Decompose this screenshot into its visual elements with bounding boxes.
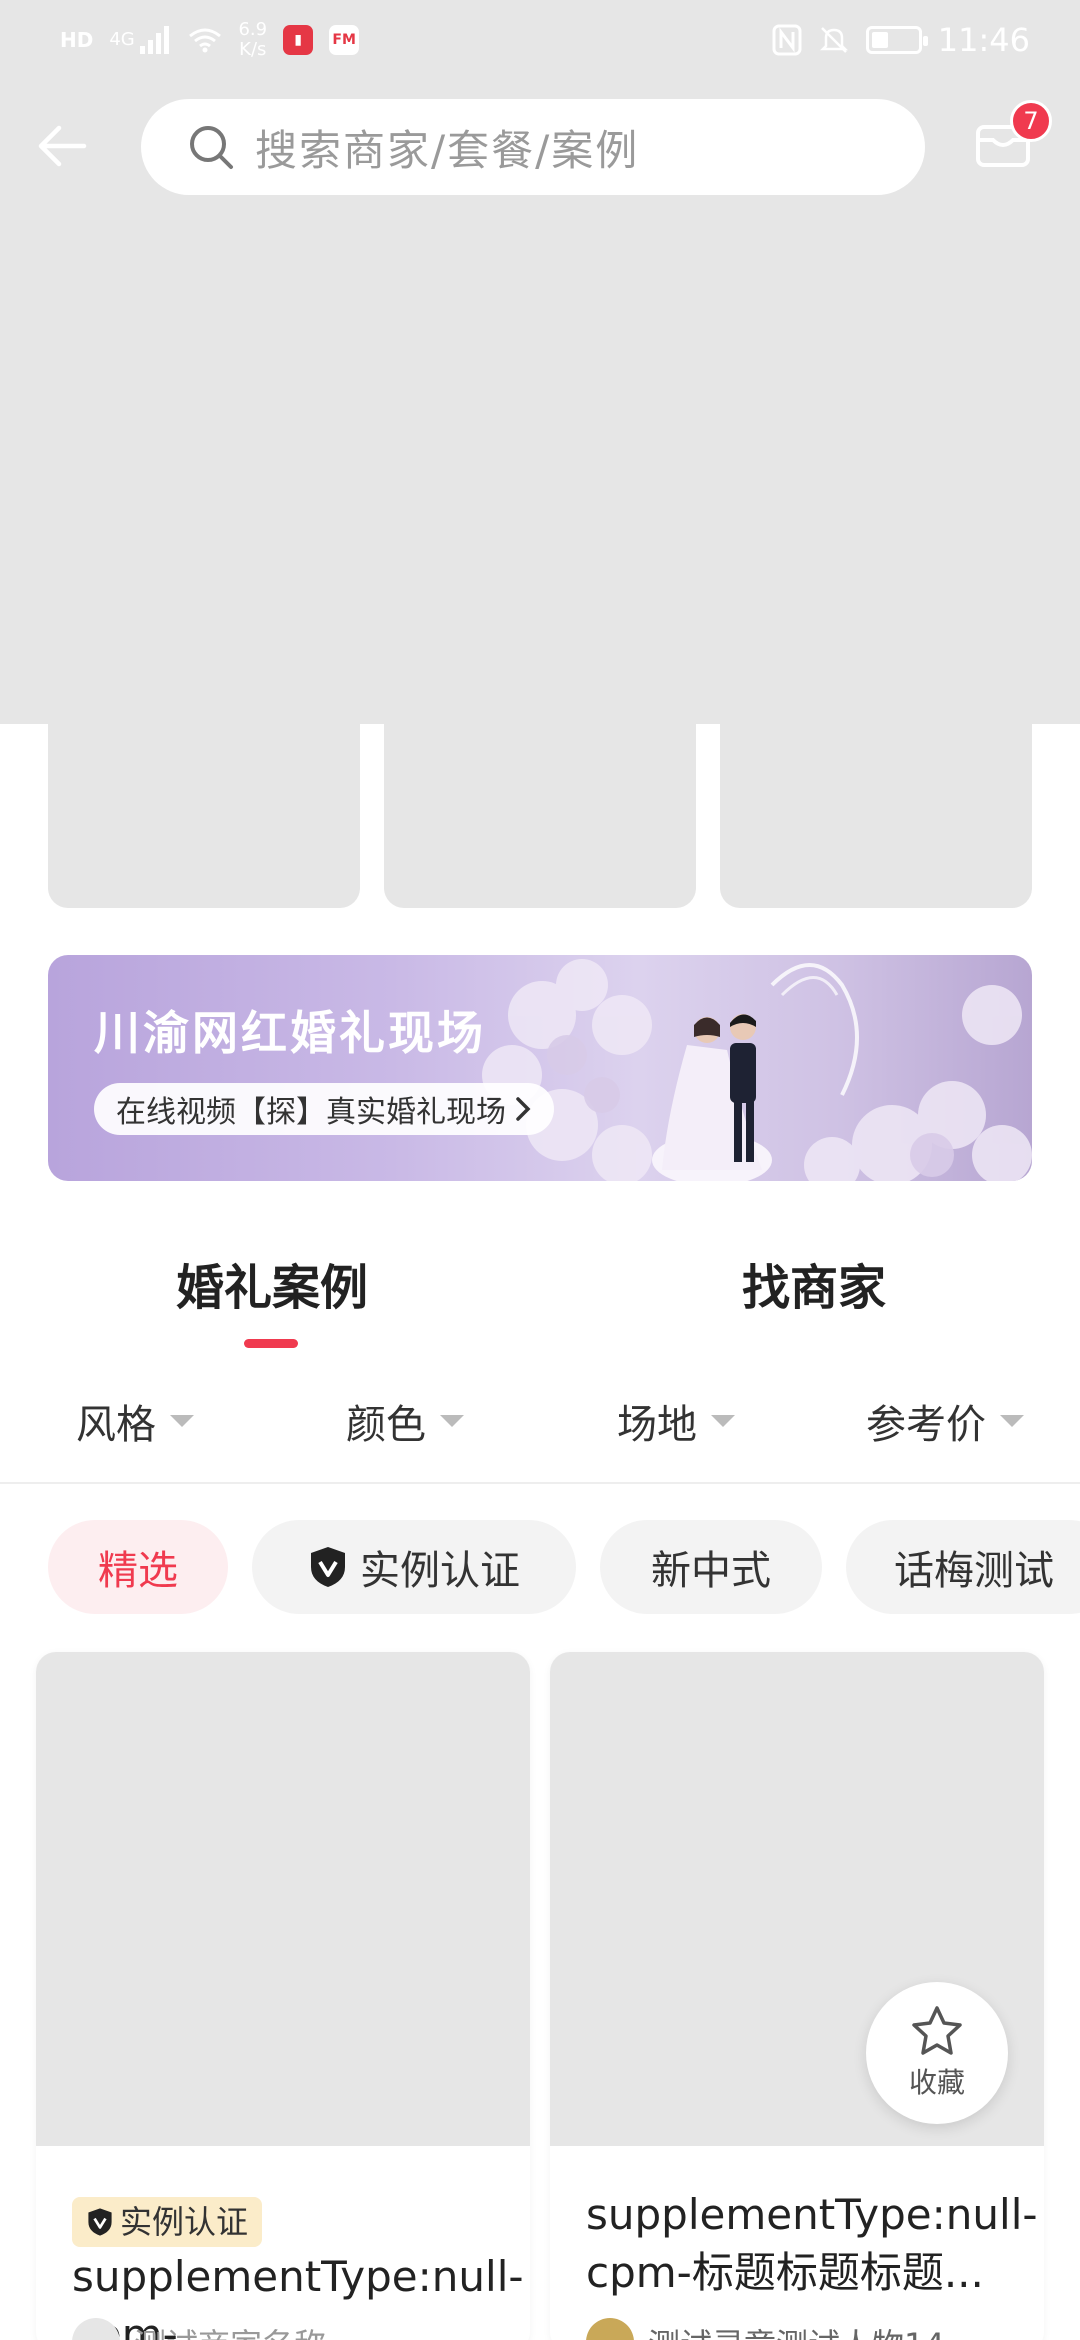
reader-app-icon: ▮ — [283, 25, 314, 55]
fm-app-icon: FM — [329, 25, 360, 55]
case-card-title: 实例认证 supplementType:null-cpm-... — [72, 2190, 524, 2340]
hd-indicator: HD — [60, 28, 94, 52]
banner-link-pill[interactable]: 在线视频【探】真实婚礼现场 — [94, 1083, 554, 1135]
caret-down-icon — [711, 1415, 735, 1427]
wedding-scene-image — [482, 959, 1032, 1181]
promo-banner[interactable]: 川渝网红婚礼现场 在线视频【探】真实婚礼现场 — [48, 955, 1032, 1181]
case-card-1[interactable]: 实例认证 supplementType:null-cpm-... 测试商家名称 — [36, 1652, 530, 2340]
filter-color-label: 颜色 — [346, 1402, 426, 1448]
chevron-right-icon — [516, 1097, 531, 1121]
shield-v-icon — [311, 1547, 345, 1587]
verified-tag: 实例认证 — [72, 2196, 263, 2247]
tab-wedding-cases[interactable]: 婚礼案例 — [176, 1248, 368, 1318]
clock: 11:46 — [937, 21, 1030, 59]
signal-indicator: 4G — [109, 26, 172, 54]
favorite-button[interactable]: 收藏 — [866, 1982, 1008, 2124]
quick-card-1[interactable] — [48, 724, 360, 908]
case-card-author: 测试商家名称 — [134, 2320, 326, 2340]
filter-price[interactable]: 参考价 — [866, 1392, 1024, 1450]
filter-style-label: 风格 — [76, 1402, 156, 1448]
case-card-title: supplementType:null-cpm-标题标题标题... — [586, 2190, 1038, 2297]
chip-plum-test[interactable]: 话梅测试 — [846, 1520, 1080, 1614]
star-icon — [912, 2006, 962, 2055]
chip-new-chinese[interactable]: 新中式 — [600, 1520, 822, 1614]
messages-button[interactable]: 7 — [968, 100, 1052, 178]
tab-find-merchants[interactable]: 找商家 — [742, 1248, 886, 1318]
chip-verified-label: 实例认证 — [360, 1548, 520, 1594]
filter-price-label: 参考价 — [866, 1402, 986, 1448]
mute-bell-icon — [819, 27, 848, 53]
case-card-image — [36, 1652, 530, 2146]
avatar — [586, 2318, 634, 2340]
case-card-author: 测试灵童测试人物14 — [648, 2320, 945, 2340]
wifi-icon — [189, 28, 222, 53]
message-count-badge: 7 — [1010, 100, 1052, 142]
filter-style[interactable]: 风格 — [76, 1392, 194, 1450]
caret-down-icon — [440, 1415, 464, 1427]
chip-row: 精选 实例认证 新中式 话梅测试 — [0, 1520, 1080, 1616]
chip-featured[interactable]: 精选 — [48, 1520, 228, 1614]
battery-icon — [865, 26, 928, 54]
banner-title: 川渝网红婚礼现场 — [94, 1006, 486, 1060]
search-input[interactable]: 搜索商家/套餐/案例 — [141, 99, 925, 195]
top-bar: 搜索商家/套餐/案例 7 — [0, 96, 1080, 196]
chip-verified[interactable]: 实例认证 — [252, 1520, 576, 1614]
search-icon — [190, 126, 233, 169]
arrow-left-icon — [38, 125, 87, 167]
quick-card-3[interactable] — [720, 724, 1032, 908]
shield-v-icon — [88, 2207, 112, 2236]
caret-down-icon — [1000, 1415, 1024, 1427]
network-speed: 6.9 K/s — [238, 19, 268, 60]
back-button[interactable] — [30, 114, 94, 178]
signal-bars-icon — [140, 26, 170, 54]
filter-venue[interactable]: 场地 — [617, 1392, 735, 1450]
filter-venue-label: 场地 — [617, 1402, 697, 1448]
filter-bar: 风格 颜色 场地 参考价 — [0, 1380, 1080, 1484]
banner-pill-label: 在线视频【探】真实婚礼现场 — [116, 1095, 506, 1130]
tab-bar: 婚礼案例 找商家 — [0, 1240, 1080, 1350]
tab-active-indicator — [244, 1339, 298, 1348]
favorite-label: 收藏 — [908, 2066, 965, 2099]
filter-color[interactable]: 颜色 — [346, 1392, 464, 1450]
caret-down-icon — [170, 1415, 194, 1427]
search-placeholder: 搜索商家/套餐/案例 — [255, 125, 640, 175]
nfc-icon — [772, 24, 802, 56]
status-bar: HD 4G 6.9 K/s ▮ FM 11:46 — [0, 0, 1080, 80]
quick-card-2[interactable] — [384, 724, 696, 908]
